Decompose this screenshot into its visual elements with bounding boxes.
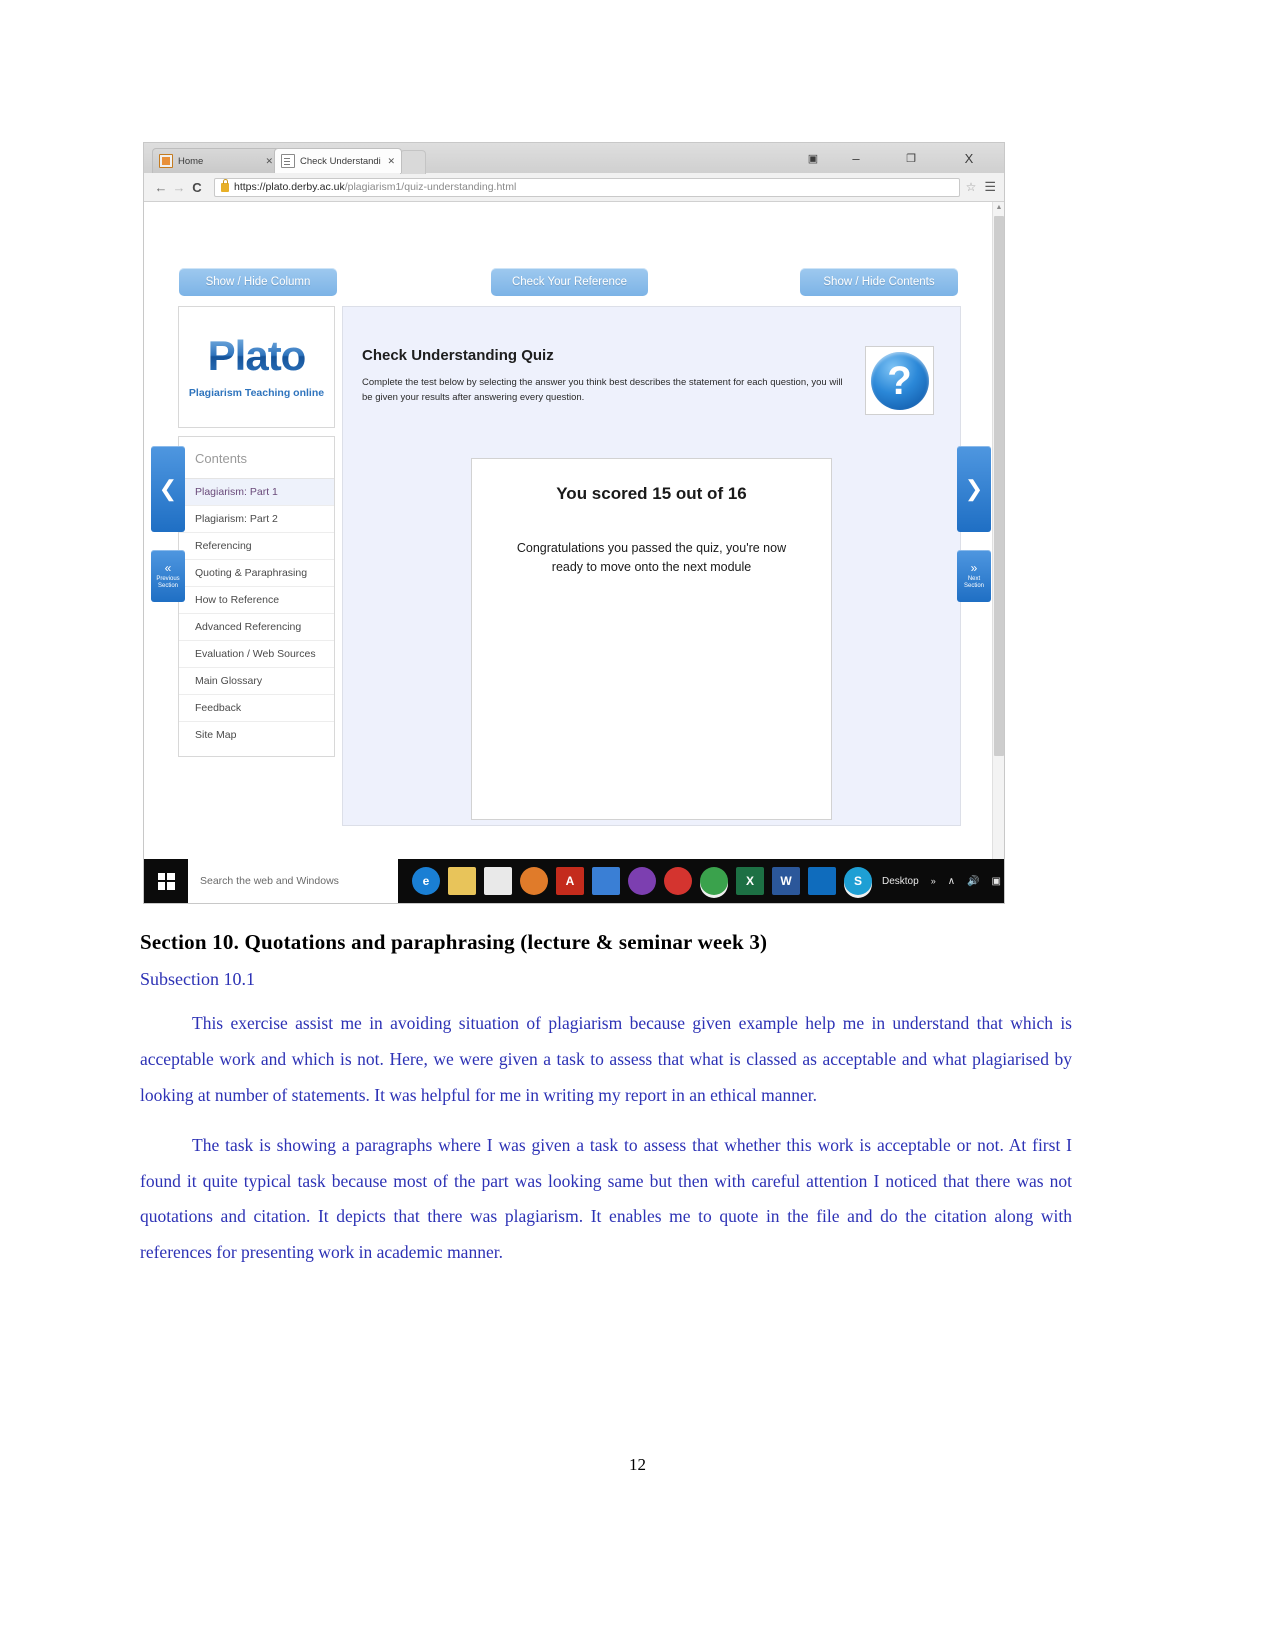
left-column: Plato Plagiarism Teaching online Content… [178, 306, 335, 757]
tab-check-understanding-quiz[interactable]: Check Understanding Qu ✕ [274, 148, 402, 173]
sidebar-item-evaluation-web-sources[interactable]: Evaluation / Web Sources [179, 640, 334, 667]
paragraph-1: This exercise assist me in avoiding situ… [140, 1013, 1072, 1105]
tab-close-icon[interactable]: ✕ [265, 156, 273, 167]
sidebar-item-plagiarism-part-2[interactable]: Plagiarism: Part 2 [179, 505, 334, 532]
acrobat-icon[interactable]: A [556, 867, 584, 895]
lock-icon [221, 179, 229, 192]
outlook-icon[interactable] [808, 867, 836, 895]
document-favicon [281, 154, 295, 168]
music-icon[interactable] [664, 867, 692, 895]
taskbar-overflow-icon[interactable]: » [931, 876, 936, 886]
back-icon[interactable]: ← [152, 180, 170, 195]
quiz-result-message: Congratulations you passed the quiz, you… [516, 541, 787, 575]
check-your-reference-button[interactable]: Check Your Reference [491, 268, 648, 296]
logo-wordmark: Plato [207, 332, 307, 379]
url-path: /plagiarism1/quiz-understanding.html [344, 181, 517, 193]
browser-screenshot: Home ✕ Check Understanding Qu ✕ ▣ – ❐ X … [143, 142, 1005, 904]
scroll-up-icon[interactable]: ▲ [993, 202, 1004, 214]
file-explorer-icon[interactable] [448, 867, 476, 895]
address-bar[interactable]: https://plato.derby.ac.uk /plagiarism1/q… [214, 177, 960, 197]
maximize-button[interactable]: ❐ [894, 143, 928, 173]
word-icon[interactable]: W [772, 867, 800, 895]
new-tab-button[interactable] [400, 150, 426, 174]
home-favicon [159, 154, 173, 168]
reload-icon[interactable]: C [188, 180, 206, 195]
store-icon[interactable] [484, 867, 512, 895]
paragraph-2: The task is showing a paragraphs where I… [140, 1134, 1072, 1263]
media-icon[interactable] [520, 867, 548, 895]
quiz-result-card: You scored 15 out of 16 Congratulations … [471, 458, 832, 820]
contents-panel: Contents Plagiarism: Part 1 Plagiarism: … [178, 436, 335, 757]
show-hide-contents-button[interactable]: Show / Hide Contents [800, 268, 958, 296]
windows-logo-icon [157, 872, 175, 890]
page-scrollbar[interactable]: ▲ ▼ [992, 202, 1004, 876]
page-viewport: Show / Hide Column Check Your Reference … [144, 202, 1004, 876]
browser-tab-strip: Home ✕ Check Understanding Qu ✕ ▣ – ❐ X [144, 143, 1004, 174]
quiz-panel: Check Understanding Quiz Complete the te… [342, 306, 961, 826]
logo-tagline: Plagiarism Teaching online [188, 387, 325, 399]
chrome-icon[interactable] [700, 867, 728, 895]
skype-business-icon[interactable]: S [844, 867, 872, 895]
scrollbar-thumb[interactable] [994, 216, 1004, 756]
show-hidden-icons[interactable]: ∧ [948, 876, 955, 887]
previous-page-arrow[interactable]: ❮ [151, 446, 185, 532]
forward-icon[interactable]: → [170, 180, 188, 195]
url-domain: https://plato.derby.ac.uk [234, 181, 345, 193]
battery-icon[interactable]: ▣ [991, 876, 1000, 887]
menu-icon[interactable]: ☰ [984, 179, 996, 195]
tab-home[interactable]: Home ✕ [152, 148, 280, 173]
sidebar-item-plagiarism-part-1[interactable]: Plagiarism: Part 1 [179, 478, 334, 505]
desktop-peek-label[interactable]: Desktop [882, 876, 919, 887]
system-tray: Desktop » ∧ 🔊 ▣ ◠ 🗉 ⌨ ENG 08:53 08/10/20… [876, 859, 1004, 903]
previous-section-button[interactable]: « Previous Section [151, 550, 185, 602]
excel-icon[interactable]: X [736, 867, 764, 895]
close-window-button[interactable]: X [952, 143, 986, 173]
bookmark-star-icon[interactable]: ☆ [966, 180, 977, 194]
skype-icon[interactable] [628, 867, 656, 895]
contents-heading: Contents [195, 451, 248, 466]
next-page-arrow[interactable]: ❯ [957, 446, 991, 532]
help-badge[interactable]: ? [865, 346, 934, 415]
plato-logo: Plato Plagiarism Teaching online [178, 306, 335, 428]
question-mark-icon: ? [870, 351, 929, 410]
sidebar-item-quoting-paraphrasing[interactable]: Quoting & Paraphrasing [179, 559, 334, 586]
tab-label: Home [178, 155, 204, 167]
quiz-score-text: You scored 15 out of 16 [556, 484, 747, 503]
previous-section-label-1: Previous [156, 576, 180, 583]
previous-section-label-2: Section [157, 583, 178, 589]
sidebar-item-feedback[interactable]: Feedback [179, 694, 334, 721]
section-heading: Section 10. Quotations and paraphrasing … [140, 930, 768, 954]
sidebar-item-main-glossary[interactable]: Main Glossary [179, 667, 334, 694]
show-hide-column-button[interactable]: Show / Hide Column [179, 268, 337, 296]
page-number: 12 [629, 1455, 646, 1474]
document-body: Section 10. Quotations and paraphrasing … [140, 930, 1072, 1285]
quiz-title: Check Understanding Quiz [362, 347, 554, 364]
start-button[interactable] [144, 859, 188, 903]
sidebar-item-advanced-referencing[interactable]: Advanced Referencing [179, 613, 334, 640]
minimize-button[interactable]: – [839, 143, 873, 173]
double-chevron-left-icon: « [164, 561, 172, 576]
next-section-button[interactable]: » Next Section [957, 550, 991, 602]
volume-icon[interactable]: 🔊 [967, 876, 979, 887]
taskbar-app-icons: e A X W S [408, 859, 876, 903]
tab-label: Check Understanding Qu [300, 155, 381, 167]
double-chevron-right-icon: » [970, 561, 978, 576]
subsection-label: Subsection 10.1 [140, 969, 255, 989]
tab-close-icon[interactable]: ✕ [387, 156, 395, 167]
taskbar-search-input[interactable]: Search the web and Windows [188, 859, 398, 903]
display-icon[interactable] [592, 867, 620, 895]
next-section-label-2: Section [963, 583, 984, 589]
edge-icon[interactable]: e [412, 867, 440, 895]
sidebar-item-referencing[interactable]: Referencing [179, 532, 334, 559]
browser-toolbar: ← → C https://plato.derby.ac.uk /plagiar… [144, 173, 1004, 202]
sidebar-item-site-map[interactable]: Site Map [179, 721, 334, 748]
next-section-label-1: Next [967, 576, 981, 583]
user-profile-icon[interactable]: ▣ [796, 143, 830, 173]
quiz-description: Complete the test below by selecting the… [362, 377, 843, 404]
sidebar-item-how-to-reference[interactable]: How to Reference [179, 586, 334, 613]
windows-taskbar: Search the web and Windows e A X W S Des… [144, 859, 1004, 903]
search-placeholder: Search the web and Windows [200, 875, 339, 887]
